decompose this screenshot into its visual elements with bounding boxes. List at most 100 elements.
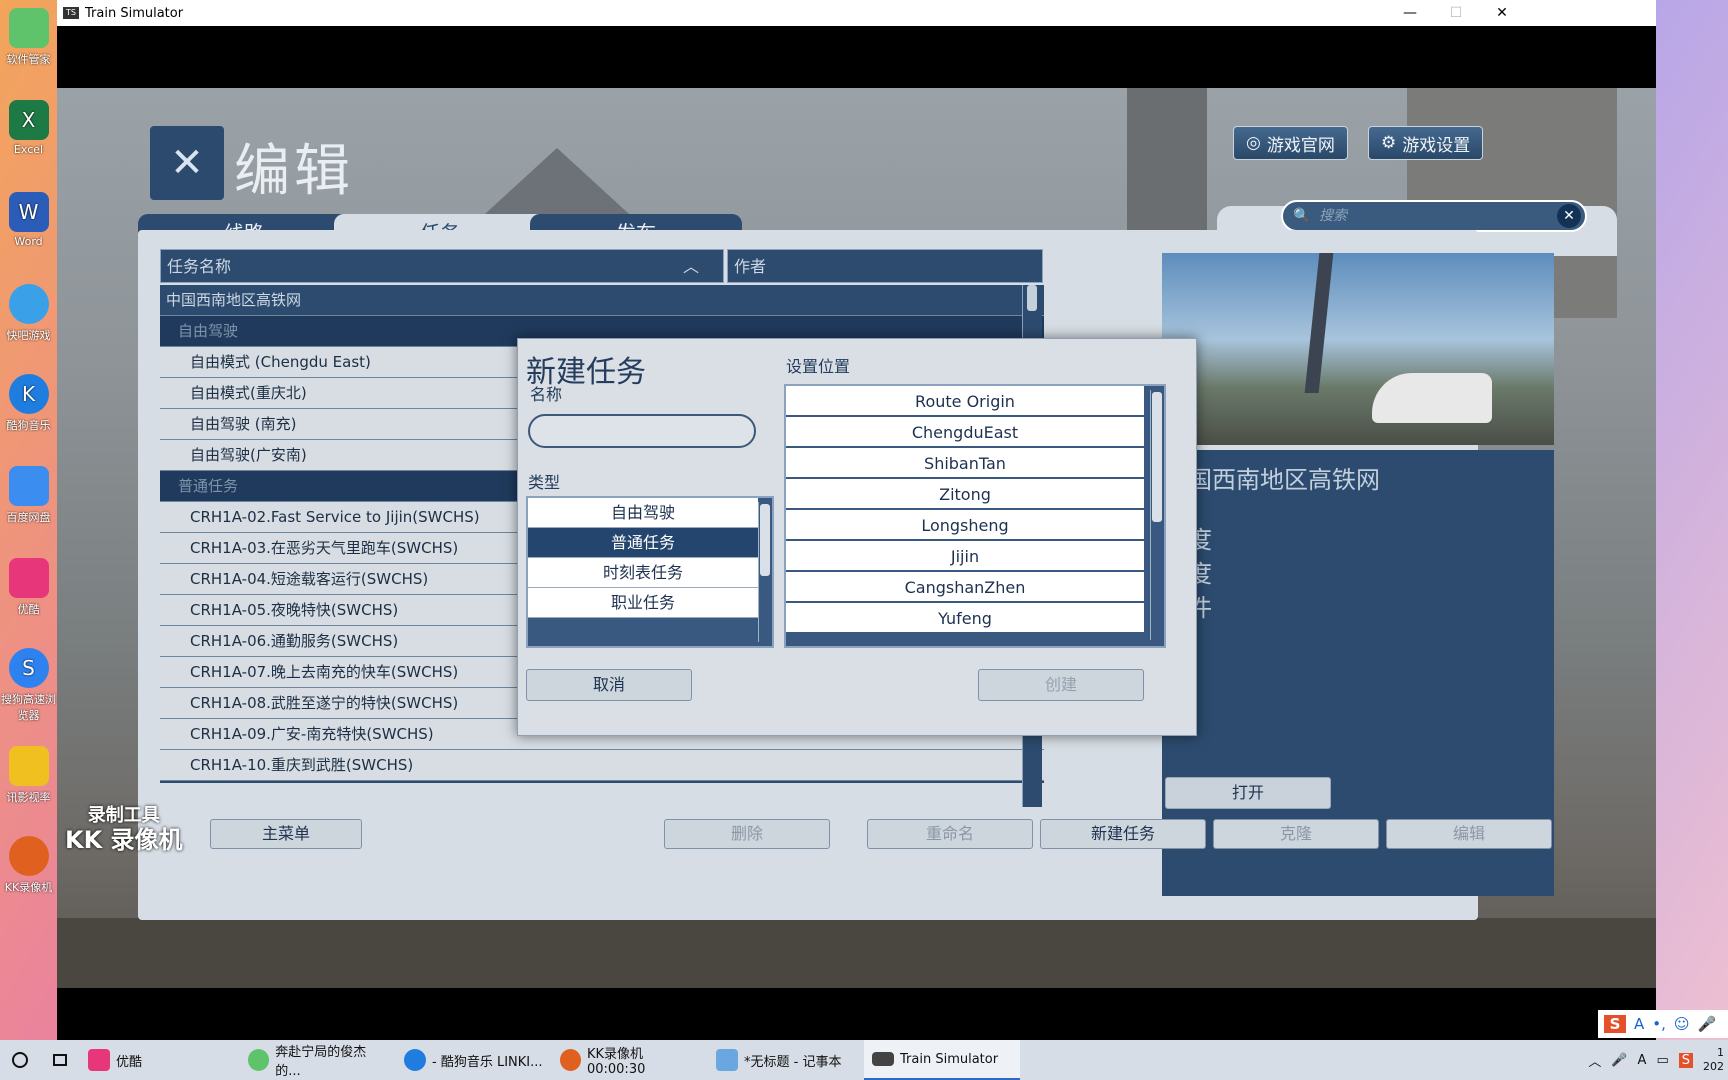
search-icon: 🔍 xyxy=(1293,208,1311,224)
app-icon xyxy=(8,8,49,48)
desktop-icon-sogou-browser[interactable]: S 搜狗高速浏览器 xyxy=(0,648,57,723)
taskbar-item-notepad[interactable]: *无标题 - 记事本 xyxy=(708,1040,864,1080)
gear-icon: ⚙ xyxy=(1381,133,1397,153)
input-language[interactable]: A xyxy=(1638,1053,1647,1068)
open-button[interactable]: 打开 xyxy=(1165,777,1331,809)
search-input[interactable]: 🔍 搜索 ✕ xyxy=(1281,200,1587,232)
task-name-input[interactable] xyxy=(528,414,756,448)
globe-icon: ◎ xyxy=(1246,133,1261,153)
desktop-icon-kugou[interactable]: K 酷狗音乐 xyxy=(0,374,57,433)
desktop-icon-label: 酷狗音乐 xyxy=(6,419,51,432)
search-button[interactable] xyxy=(0,1040,40,1080)
clock-time: 1 xyxy=(1717,1046,1724,1059)
desktop-icon-label: KK录像机 xyxy=(4,881,53,894)
delete-button[interactable]: 删除 xyxy=(664,819,830,849)
taskbar: 优酷 奔赴宁局的俊杰的... - 酷狗音乐 LINKI... KK录像机 00:… xyxy=(0,1040,1728,1080)
kugou-icon: K xyxy=(8,374,49,414)
taskbar-item-train-simulator[interactable]: Train Simulator xyxy=(864,1040,1020,1080)
ime-mode: A xyxy=(1634,1015,1645,1033)
chevron-up-icon[interactable]: ︿ xyxy=(1588,1051,1601,1070)
clock[interactable]: 1 202 xyxy=(1703,1046,1724,1074)
network-icon[interactable]: ▭ xyxy=(1656,1053,1668,1068)
desktop-icon-baidu-pan[interactable]: 百度网盘 xyxy=(0,466,57,525)
clone-button[interactable]: 克隆 xyxy=(1213,819,1379,849)
desktop-icon-label: 快吧游戏 xyxy=(6,329,51,342)
type-option[interactable]: 时刻表任务 xyxy=(528,558,758,588)
list-item[interactable]: CRH1A-10.重庆到武胜(SWCHS) xyxy=(160,750,1044,781)
list-group-header[interactable]: 中国西南地区高铁网 xyxy=(160,285,1044,316)
rename-button[interactable]: 重命名 xyxy=(867,819,1033,849)
location-list-scrollbar[interactable] xyxy=(1150,390,1162,640)
type-option[interactable]: 自由驾驶 xyxy=(528,498,758,528)
type-option[interactable]: 职业任务 xyxy=(528,588,758,618)
location-option[interactable]: Zitong xyxy=(786,479,1144,510)
desktop-icon-video[interactable]: 讯影视率 xyxy=(0,746,57,805)
desktop-icon-youku[interactable]: 优酷 xyxy=(0,558,57,617)
edit-button[interactable]: 编辑 xyxy=(1386,819,1552,849)
taskbar-item-browser[interactable]: 奔赴宁局的俊杰的... xyxy=(240,1040,396,1080)
taskbar-item-label: *无标题 - 记事本 xyxy=(744,1054,842,1070)
game-website-button[interactable]: ◎ 游戏官网 xyxy=(1233,126,1348,160)
column-header-name[interactable]: 任务名称 ︿ xyxy=(160,249,724,283)
taskbar-item-youku[interactable]: 优酷 xyxy=(80,1040,240,1080)
desktop-icon-label: 优酷 xyxy=(17,603,40,616)
maximize-button[interactable]: ☐ xyxy=(1433,0,1479,26)
app-icon: TS xyxy=(63,7,79,19)
route-preview-image xyxy=(1162,253,1554,445)
new-task-button[interactable]: 新建任务 xyxy=(1040,819,1206,849)
new-task-dialog: 新建任务 名称 类型 自由驾驶 普通任务 时刻表任务 职业任务 设置位置 Rou… xyxy=(517,338,1197,736)
cancel-button[interactable]: 取消 xyxy=(526,669,692,701)
type-label: 类型 xyxy=(528,473,561,492)
desktop-icon-label: Word xyxy=(14,235,43,248)
excel-icon: X xyxy=(8,100,49,140)
ime-toolbar[interactable]: S A •, ☺ 🎤 xyxy=(1598,1010,1728,1038)
word-icon: W xyxy=(8,192,49,232)
location-option[interactable]: Longsheng xyxy=(786,510,1144,541)
clear-search-button[interactable]: ✕ xyxy=(1557,204,1581,228)
minimize-button[interactable]: — xyxy=(1387,0,1433,26)
location-option[interactable]: CangshanZhen xyxy=(786,572,1144,603)
location-option[interactable]: Jijin xyxy=(786,541,1144,572)
taskbar-item-label: Train Simulator xyxy=(900,1051,999,1067)
emoji-icon: ☺ xyxy=(1673,1015,1690,1033)
desktop-icon-word[interactable]: W Word xyxy=(0,192,57,248)
game-settings-button[interactable]: ⚙ 游戏设置 xyxy=(1368,126,1484,160)
game-viewport: ✕ 编辑 ◎游戏官网 ⚙游戏设置 🔍 搜索 ✕ 线路 任务 发布 任务名称 ︿ … xyxy=(57,88,1656,988)
recorder-icon xyxy=(8,836,49,876)
recorder-icon xyxy=(560,1049,581,1071)
desktop-icon-excel[interactable]: X Excel xyxy=(0,100,57,156)
ime-tray-icon[interactable]: S xyxy=(1678,1052,1693,1068)
taskbar-item-kugou[interactable]: - 酷狗音乐 LINKI... xyxy=(396,1040,552,1080)
scrollbar-thumb[interactable] xyxy=(760,504,770,576)
location-option[interactable]: Yufeng xyxy=(786,603,1144,634)
scrollbar-thumb[interactable] xyxy=(1027,285,1037,311)
name-label: 名称 xyxy=(530,385,563,404)
location-list: Route Origin ChengduEast ShibanTan Ziton… xyxy=(784,384,1166,648)
bridge-pylon xyxy=(1304,253,1334,393)
watermark-line: 录制工具 xyxy=(87,805,160,826)
clock-date: 202 xyxy=(1703,1060,1724,1073)
main-menu-button[interactable]: 主菜单 xyxy=(210,819,362,849)
close-button[interactable]: ✕ xyxy=(1479,0,1525,26)
desktop-icon-kuaiba[interactable]: 快吧游戏 xyxy=(0,284,57,343)
background-gravel xyxy=(57,918,1656,988)
location-option[interactable]: Route Origin xyxy=(786,386,1144,417)
desktop-icon-software-manager[interactable]: 软件管家 xyxy=(0,8,57,67)
scrollbar-thumb[interactable] xyxy=(1152,392,1162,522)
search-placeholder: 搜索 xyxy=(1319,208,1347,224)
desktop-icons: 软件管家 X Excel W Word 快吧游戏 K 酷狗音乐 百度网盘 优酷 S 搜狗… xyxy=(0,0,57,1040)
type-list-scrollbar[interactable] xyxy=(758,502,770,642)
type-option-selected[interactable]: 普通任务 xyxy=(528,528,758,558)
task-view-button[interactable] xyxy=(40,1040,80,1080)
location-option[interactable]: ShibanTan xyxy=(786,448,1144,479)
video-icon xyxy=(8,746,49,786)
type-list: 自由驾驶 普通任务 时刻表任务 职业任务 xyxy=(526,496,774,648)
column-header-author[interactable]: 作者 xyxy=(727,249,1043,283)
taskbar-item-kk-recorder[interactable]: KK录像机 00:00:30 xyxy=(552,1040,708,1080)
desktop-icon-kk-recorder[interactable]: KK录像机 xyxy=(0,836,57,895)
create-button[interactable]: 创建 xyxy=(978,669,1144,701)
recorder-watermark: 录制工具 KK 录像机 xyxy=(65,804,183,852)
desktop-icon-label: 百度网盘 xyxy=(6,511,51,524)
location-option[interactable]: ChengduEast xyxy=(786,417,1144,448)
microphone-icon[interactable]: 🎤 xyxy=(1611,1053,1627,1068)
